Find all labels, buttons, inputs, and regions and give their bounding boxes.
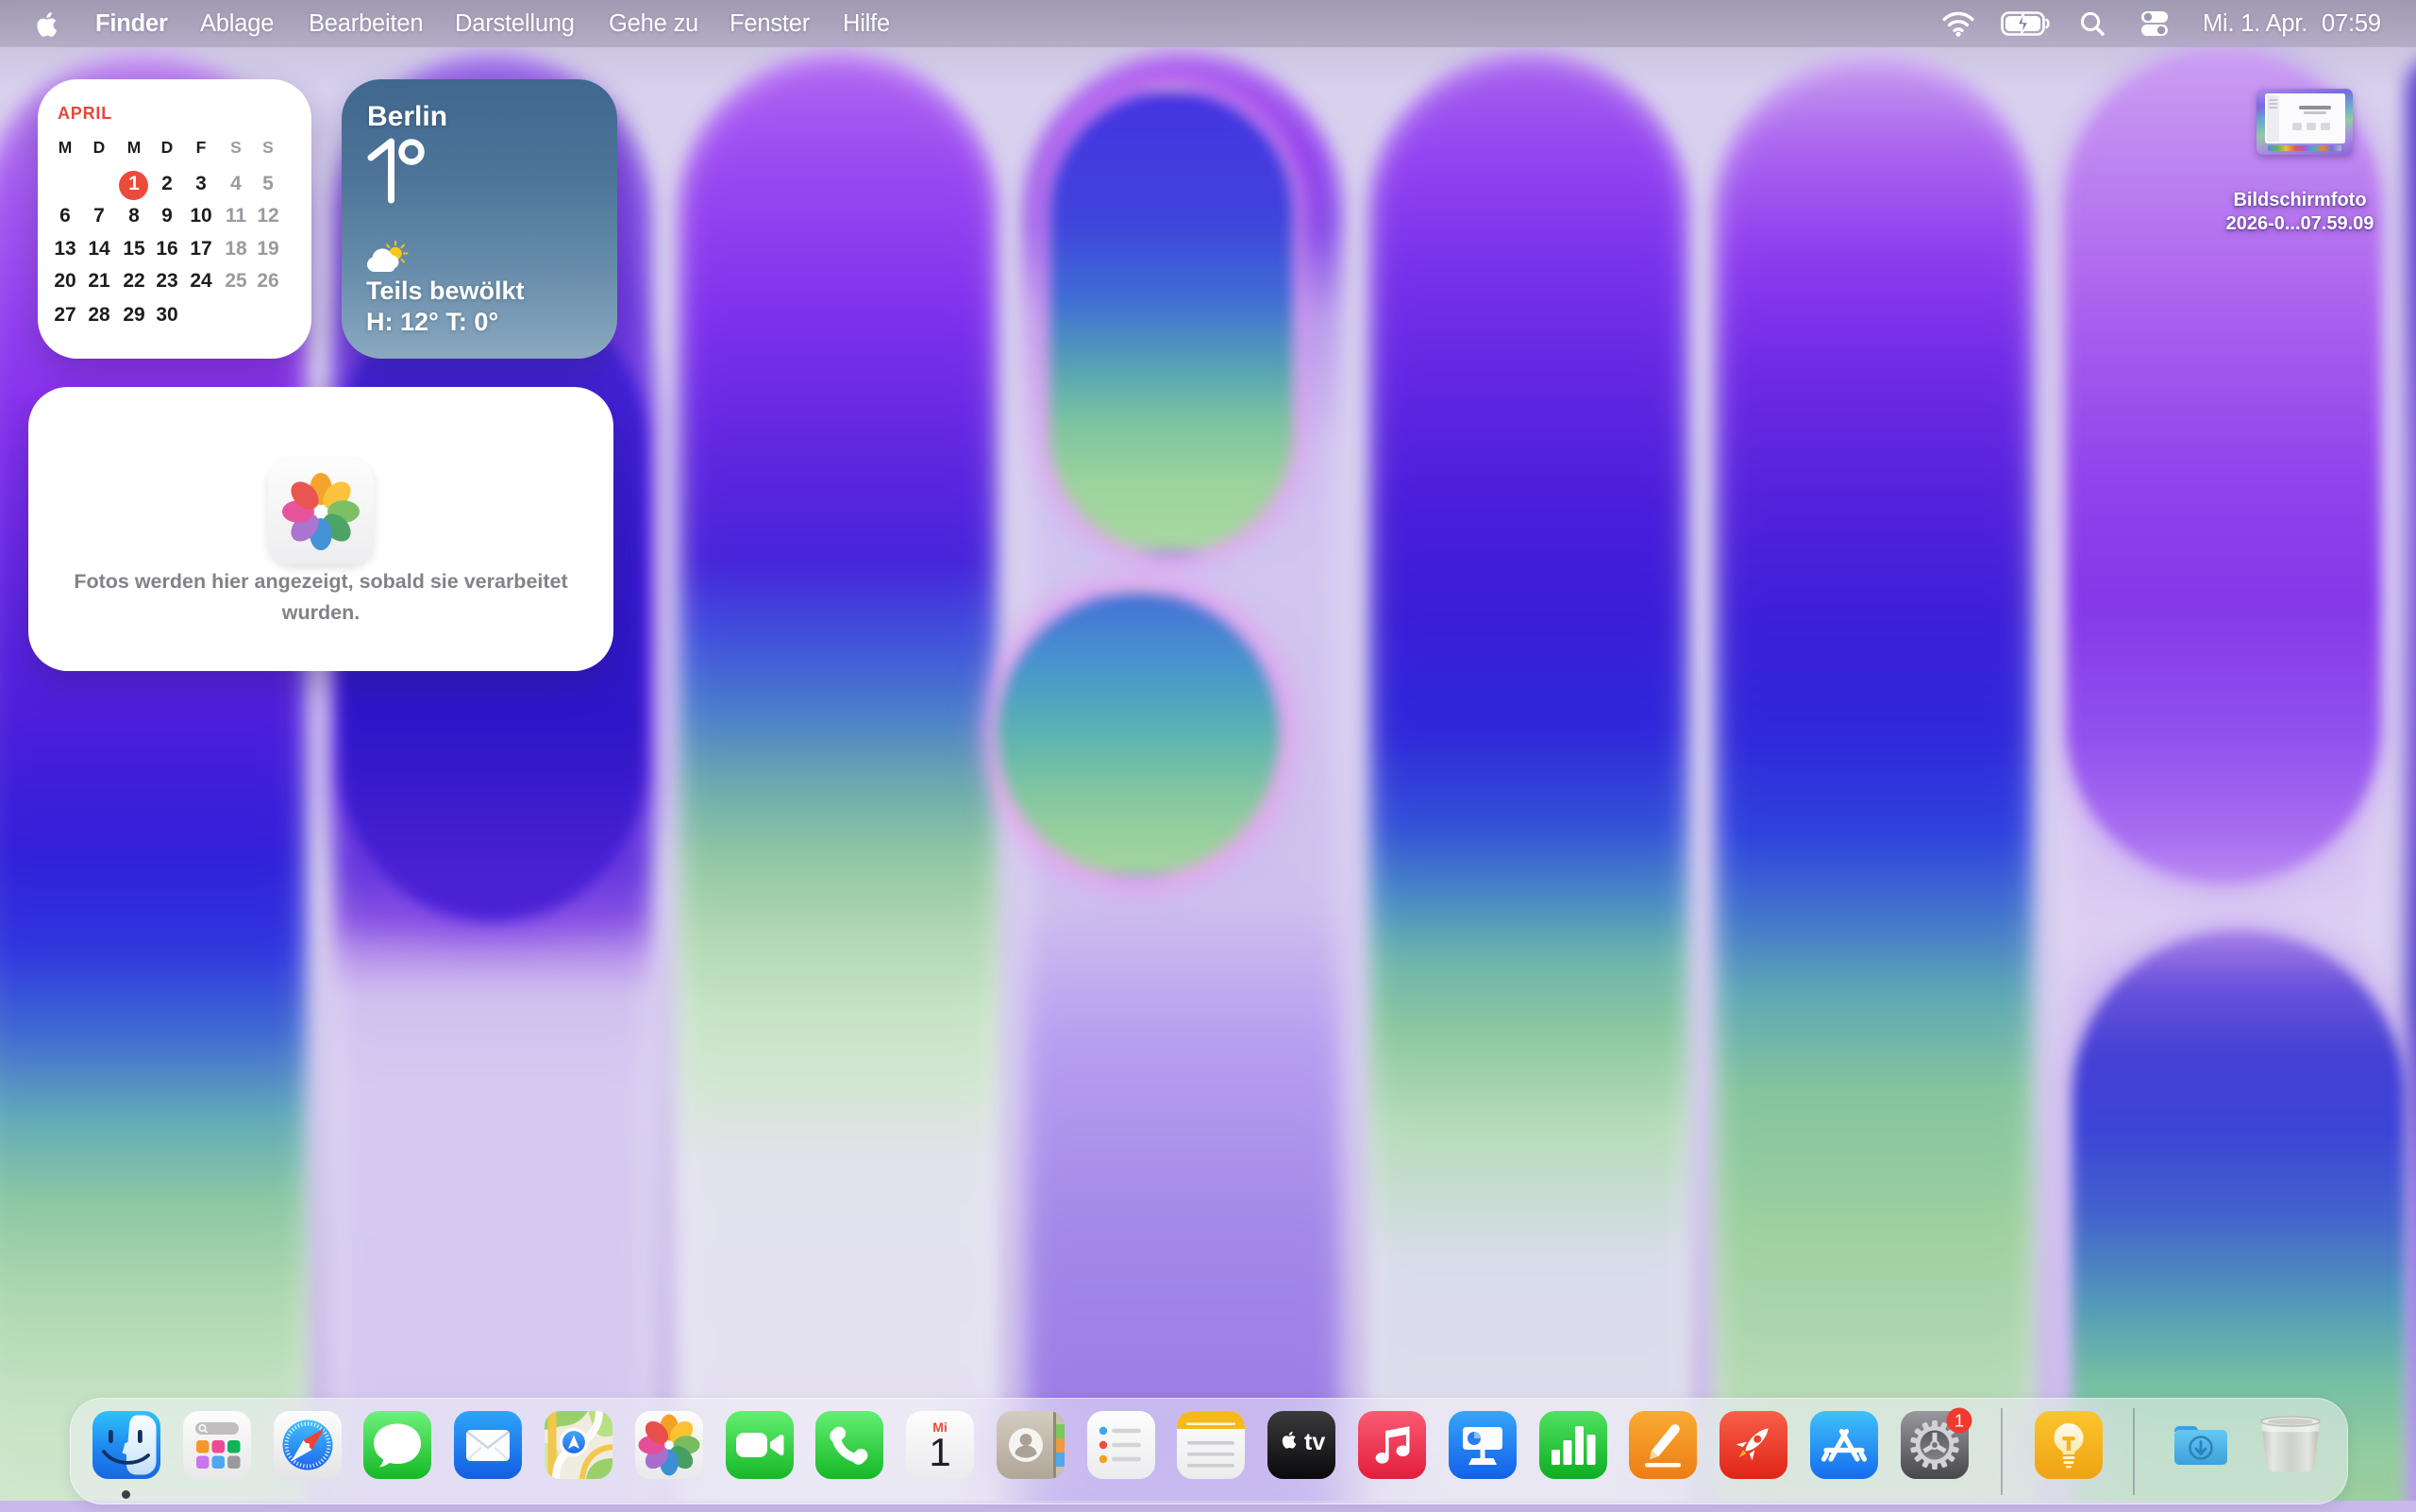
svg-text:1: 1: [929, 1430, 950, 1474]
svg-text:1: 1: [1955, 1411, 1964, 1431]
svg-text:tv: tv: [1304, 1429, 1325, 1455]
